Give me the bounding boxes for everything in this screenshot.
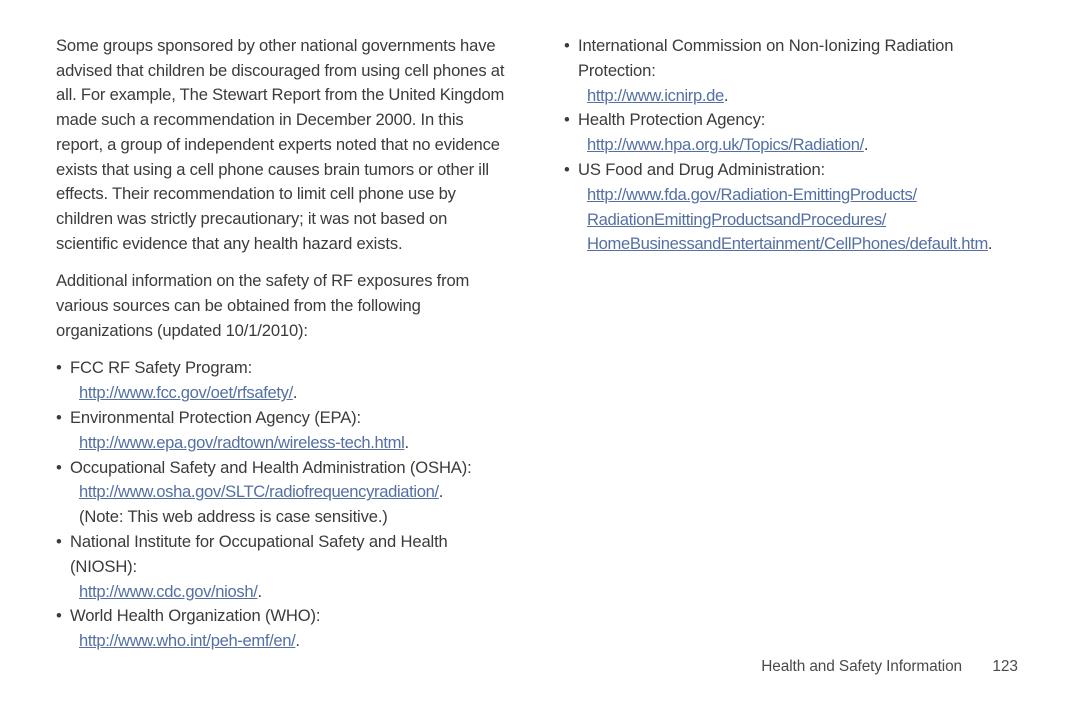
url-line: http://www.fda.gov/Radiation-EmittingPro… <box>578 183 1024 208</box>
list-item: • National Institute for Occupational Saf… <box>56 530 512 604</box>
organization-url-link[interactable]: http://www.who.int/peh-emf/en/ <box>79 631 296 650</box>
footer-section-title: Health and Safety Information <box>761 658 962 675</box>
organization-list-right: • International Commission on Non-Ionizin… <box>564 34 1024 257</box>
list-item: • World Health Organization (WHO): http://… <box>56 604 512 654</box>
list-item: • US Food and Drug Administration: http://… <box>564 158 1024 257</box>
url-line: http://www.osha.gov/SLTC/radiofrequencyr… <box>70 480 512 505</box>
sentence-period: . <box>863 135 869 155</box>
sentence-period: . <box>295 631 300 651</box>
url-note: (Note: This web address is case sensitiv… <box>79 507 388 527</box>
page-footer: Health and Safety Information 123 <box>0 656 1080 678</box>
bullet-dot-icon: • <box>56 358 62 378</box>
organization-url-link[interactable]: http://www.hpa.org.uk/Topics/Radiation/ <box>587 135 864 154</box>
organization-name: US Food and Drug Administration: <box>578 159 825 179</box>
organization-url-link[interactable]: http://www.cdc.gov/niosh/ <box>79 582 258 601</box>
sentence-period: . <box>987 234 993 254</box>
organization-name: Health Protection Agency: <box>578 110 766 130</box>
organization-url-link[interactable]: RadiationEmittingProductsandProcedures/ <box>587 210 886 229</box>
organization-name: Environmental Protection Agency (EPA): <box>70 408 361 428</box>
organization-url-link[interactable]: http://www.epa.gov/radtown/wireless-tech… <box>79 433 405 452</box>
url-line: http://www.icnirp.de. <box>578 84 1024 109</box>
list-item: • International Commission on Non-Ionizin… <box>564 34 1024 108</box>
organization-name: International Commission on Non-Ionizing… <box>578 36 954 80</box>
footer-page-number: 123 <box>992 658 1018 675</box>
bullet-dot-icon: • <box>56 606 62 626</box>
document-page: Some groups sponsored by other national … <box>0 0 1080 720</box>
url-line: http://www.who.int/peh-emf/en/. <box>70 629 512 654</box>
organization-name: Occupational Safety and Health Administr… <box>70 457 472 477</box>
bullet-dot-icon: • <box>56 457 62 477</box>
organization-url-link[interactable]: http://www.fcc.gov/oet/rfsafety/ <box>79 383 293 402</box>
list-item: • Environmental Protection Agency (EPA): h… <box>56 406 512 456</box>
bullet-dot-icon: • <box>564 110 570 130</box>
list-item: • Health Protection Agency: http://www.hpa… <box>564 108 1024 158</box>
organization-url-link[interactable]: http://www.fda.gov/Radiation-EmittingPro… <box>587 185 917 204</box>
url-line: HomeBusinessandEntertainment/CellPhones/… <box>578 232 1024 257</box>
url-line: http://www.cdc.gov/niosh/. <box>70 580 512 605</box>
organization-name: National Institute for Occupational Safe… <box>70 532 448 576</box>
paragraph-body: Some groups sponsored by other national … <box>56 36 505 253</box>
url-line: http://www.epa.gov/radtown/wireless-tech… <box>70 431 512 456</box>
organization-url-link[interactable]: HomeBusinessandEntertainment/CellPhones/… <box>587 234 988 253</box>
sentence-period: . <box>438 482 444 502</box>
bullet-dot-icon: • <box>564 159 570 179</box>
url-line: http://www.hpa.org.uk/Topics/Radiation/. <box>578 133 1024 158</box>
sentence-period: . <box>404 432 410 452</box>
organization-name: FCC RF Safety Program: <box>70 358 253 378</box>
url-line: http://www.fcc.gov/oet/rfsafety/. <box>70 381 512 406</box>
list-item: • Occupational Safety and Health Administ… <box>56 456 512 530</box>
organization-url-link[interactable]: http://www.icnirp.de <box>587 86 724 105</box>
bullet-dot-icon: • <box>56 532 62 552</box>
paragraph-body: Additional information on the safety of … <box>56 271 470 340</box>
organization-name: World Health Organization (WHO): <box>70 606 321 626</box>
bullet-dot-icon: • <box>564 36 570 55</box>
sentence-period: . <box>257 581 262 601</box>
list-item: • FCC RF Safety Program: http://www.fcc.go… <box>56 356 512 406</box>
url-line: RadiationEmittingProductsandProcedures/ <box>578 208 1024 233</box>
organization-url-link[interactable]: http://www.osha.gov/SLTC/radiofrequencyr… <box>79 482 439 501</box>
sentence-period: . <box>723 85 729 105</box>
left-text-column: Some groups sponsored by other national … <box>56 34 512 654</box>
bullet-dot-icon: • <box>56 408 62 428</box>
sentence-period: . <box>292 383 298 403</box>
right-text-column: • International Commission on Non-Ionizin… <box>564 34 1024 257</box>
organization-list-left: • FCC RF Safety Program: http://www.fcc.go… <box>56 356 512 654</box>
